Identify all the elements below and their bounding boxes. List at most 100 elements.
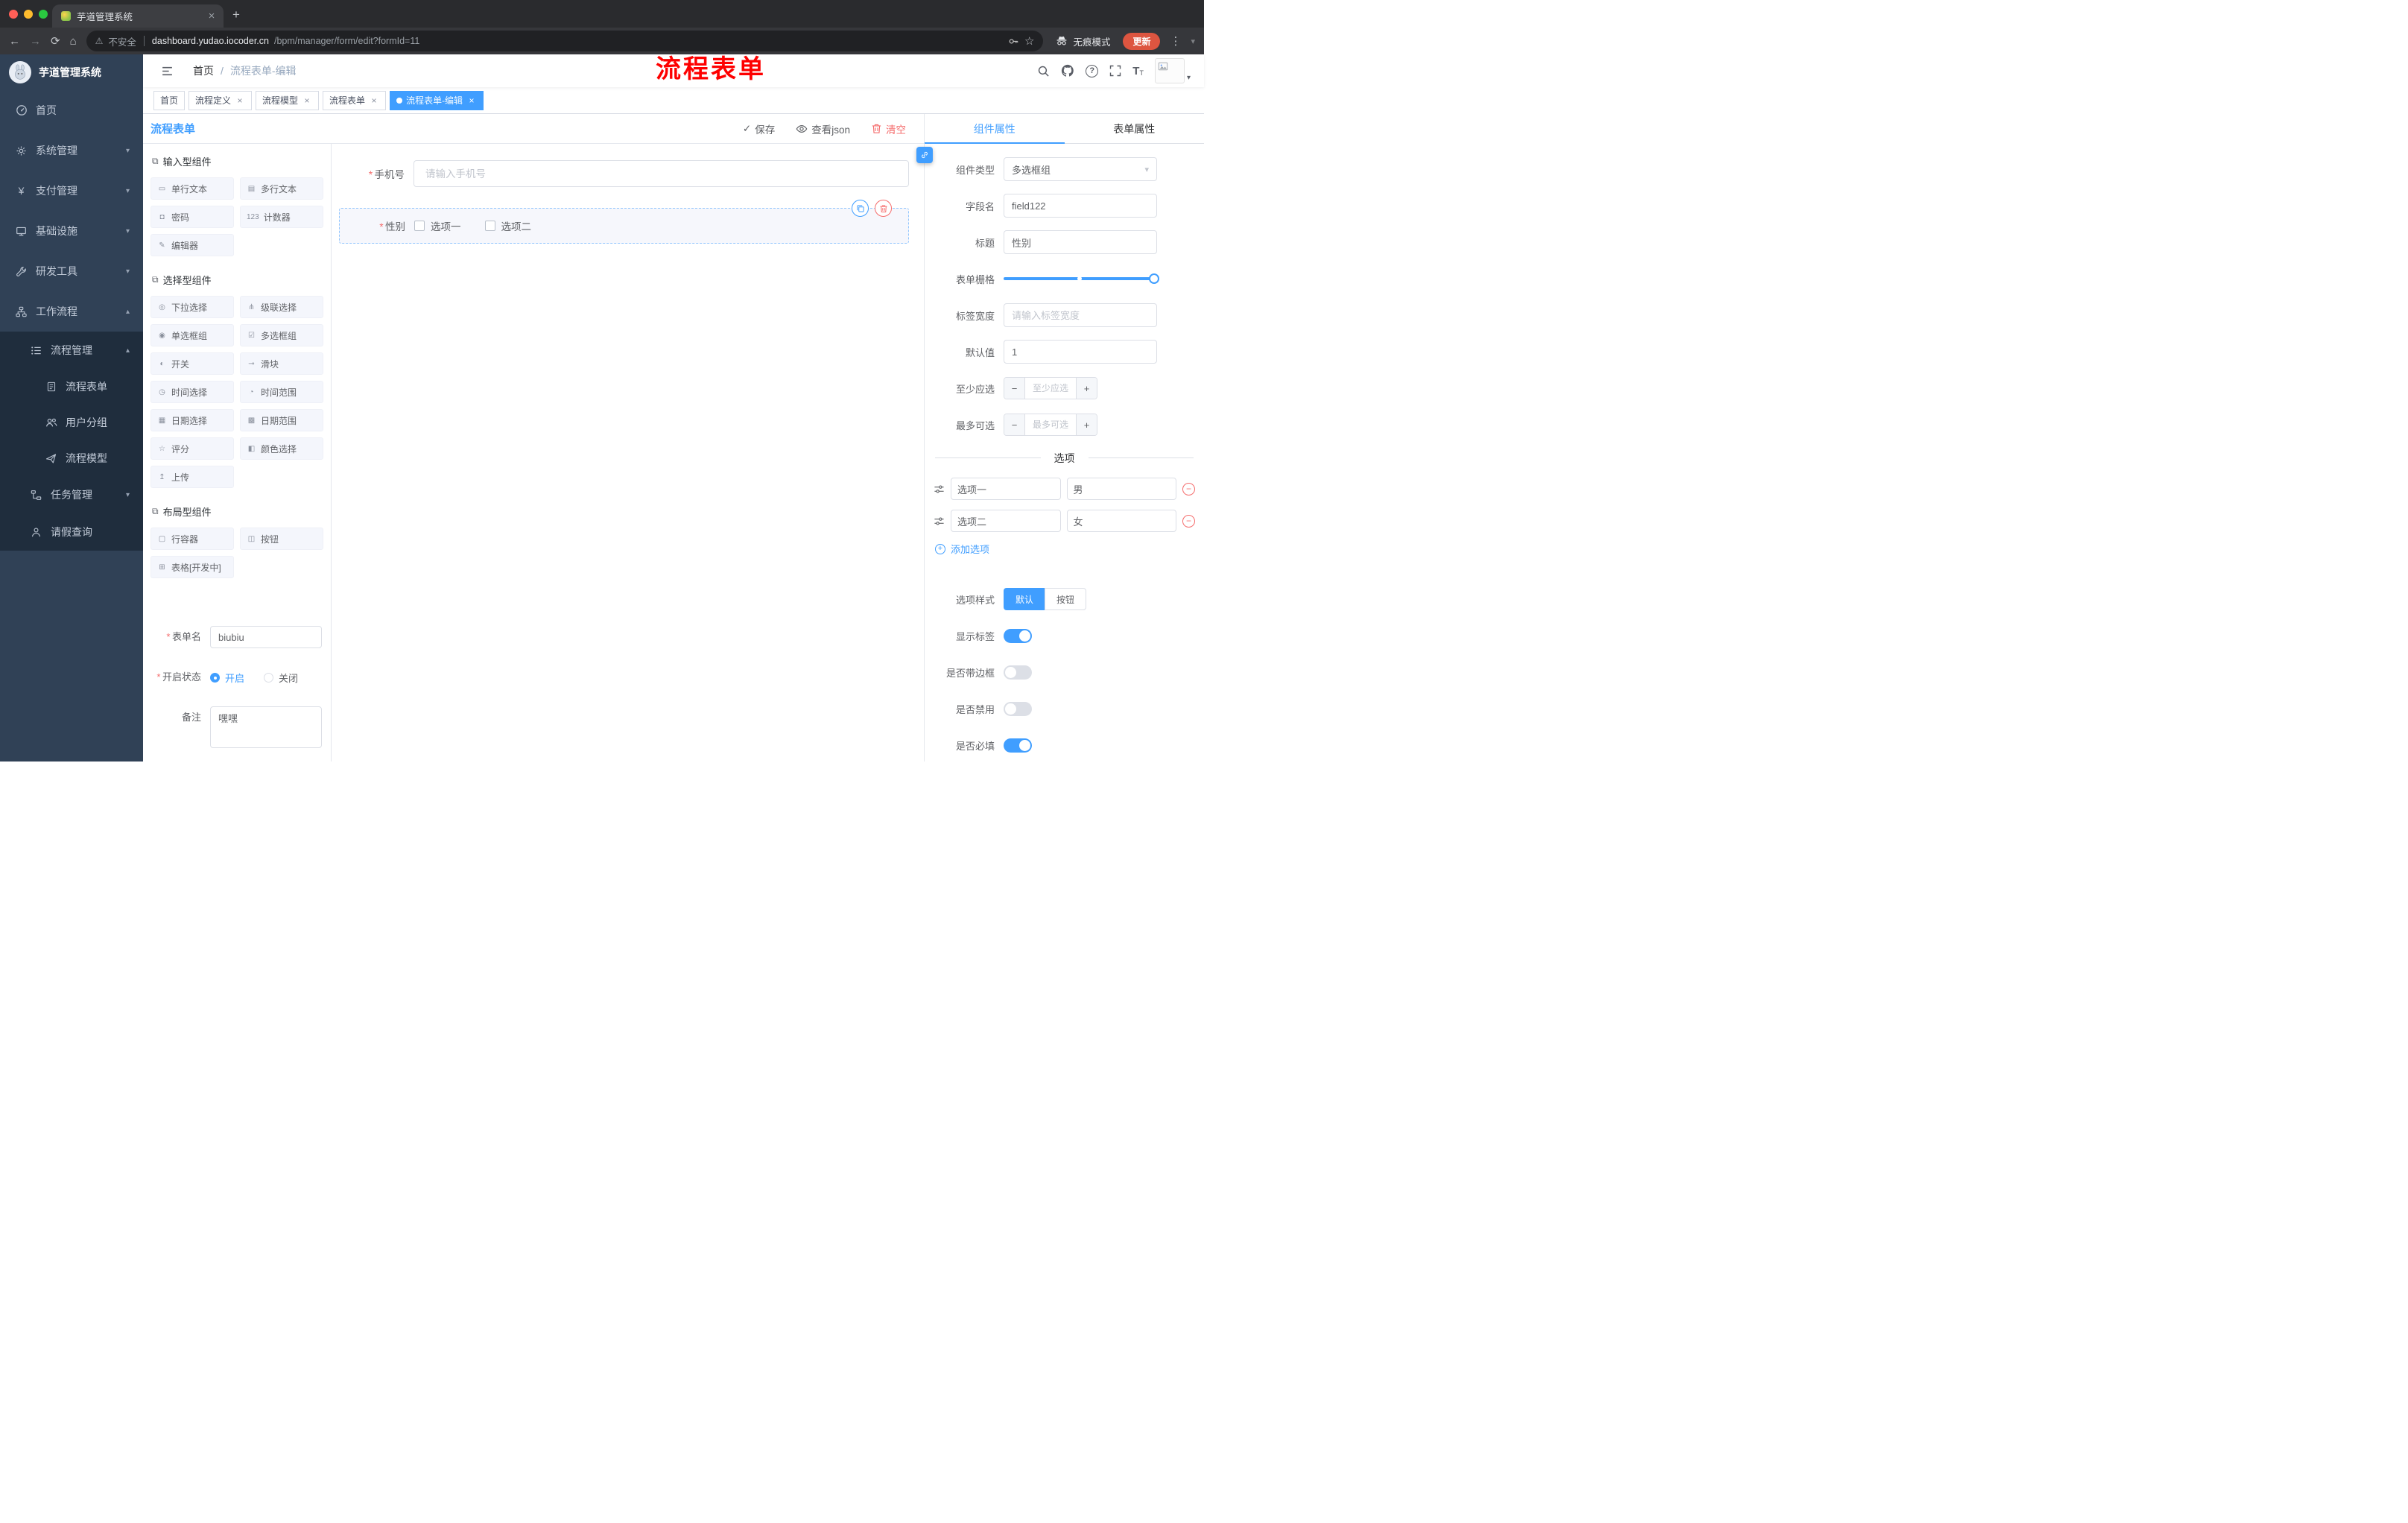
palette-item-upload[interactable]: ↥ 上传	[150, 466, 234, 488]
add-option-button[interactable]: + 添加选项	[925, 542, 1204, 556]
reload-button[interactable]: ⟳	[51, 34, 60, 48]
palette-item-date-picker[interactable]: ▦ 日期选择	[150, 409, 234, 431]
palette-item-button[interactable]: ◫ 按钮	[240, 528, 323, 550]
home-button[interactable]: ⌂	[70, 35, 77, 48]
option-1-label-input[interactable]	[951, 478, 1061, 500]
font-size-icon[interactable]: TT	[1132, 66, 1144, 77]
tag-home[interactable]: 首页	[153, 90, 186, 110]
sidebar-toggle-button[interactable]	[161, 65, 174, 77]
sidebar-item-workflow[interactable]: 工作流程 ▴	[0, 291, 143, 332]
option-1-value-input[interactable]	[1066, 478, 1176, 500]
palette-item-switch[interactable]: ◐ 开关	[150, 352, 234, 375]
update-button[interactable]: 更新	[1123, 32, 1161, 50]
palette-item-multi-line-text[interactable]: ▤ 多行文本	[240, 177, 323, 200]
save-button[interactable]: ✓ 保存	[743, 121, 775, 136]
tag-close-icon[interactable]: ×	[466, 95, 477, 106]
key-icon[interactable]	[1008, 36, 1019, 47]
address-bar[interactable]: ⚠ 不安全 dashboard.yudao.iocoder.cn/bpm/man…	[86, 31, 1044, 51]
title-input[interactable]	[1004, 230, 1157, 254]
palette-item-table[interactable]: ⊞ 表格[开发中]	[150, 556, 234, 578]
palette-item-slider[interactable]: ⊸ 滑块	[240, 352, 323, 375]
component-type-select[interactable]: 多选框组 ▾	[1004, 157, 1157, 181]
palette-item-time-range[interactable]: ◔ 时间范围	[240, 381, 323, 403]
default-value-input[interactable]	[1004, 340, 1157, 364]
drag-option-icon[interactable]	[934, 484, 945, 495]
toolbar-caret-icon[interactable]: ▾	[1191, 37, 1195, 46]
sidebar-item-user-group[interactable]: 用户分组	[0, 405, 143, 440]
user-menu[interactable]: ▾	[1154, 58, 1191, 83]
window-zoom-button[interactable]	[39, 10, 48, 19]
search-icon[interactable]	[1037, 65, 1050, 77]
link-icon[interactable]	[916, 147, 933, 163]
palette-item-cascader[interactable]: ⋔ 级联选择	[240, 296, 323, 318]
gender-option-1-checkbox[interactable]: 选项一	[414, 218, 461, 233]
forward-button[interactable]: →	[30, 35, 41, 48]
slider-handle[interactable]	[1149, 273, 1159, 284]
tag-process-model[interactable]: 流程模型 ×	[256, 90, 320, 110]
border-toggle[interactable]	[1004, 665, 1032, 680]
required-toggle[interactable]	[1004, 738, 1032, 753]
max-decrease-button[interactable]: −	[1004, 414, 1025, 435]
bookmark-star-icon[interactable]: ☆	[1024, 34, 1034, 48]
sidebar-item-home[interactable]: 首页	[0, 90, 143, 130]
disabled-toggle[interactable]	[1004, 701, 1032, 716]
tab-close-icon[interactable]: ×	[206, 10, 218, 22]
palette-item-select[interactable]: ◎ 下拉选择	[150, 296, 234, 318]
show-label-toggle[interactable]	[1004, 628, 1032, 643]
palette-item-time-picker[interactable]: ◷ 时间选择	[150, 381, 234, 403]
style-button-button[interactable]: 按钮	[1045, 588, 1087, 610]
back-button[interactable]: ←	[9, 35, 20, 48]
tag-process-form[interactable]: 流程表单 ×	[323, 90, 387, 110]
drag-option-icon[interactable]	[934, 516, 945, 527]
form-name-input[interactable]	[210, 626, 322, 648]
github-icon[interactable]	[1061, 64, 1074, 77]
delete-component-button[interactable]	[875, 200, 892, 217]
palette-item-counter[interactable]: 123 计数器	[240, 206, 323, 228]
min-select-input[interactable]	[1025, 378, 1076, 399]
form-canvas[interactable]: *手机号 *性别 选项一 选项二	[332, 144, 924, 762]
min-decrease-button[interactable]: −	[1004, 378, 1025, 399]
status-off-radio[interactable]: 关闭	[264, 671, 298, 685]
gender-field-selected[interactable]: * 性别 选项一 选项二	[339, 200, 909, 244]
option-2-value-input[interactable]	[1066, 510, 1176, 532]
palette-item-rate[interactable]: ☆ 评分	[150, 437, 234, 460]
help-icon[interactable]: ?	[1086, 64, 1099, 77]
style-default-button[interactable]: 默认	[1004, 588, 1045, 610]
copy-component-button[interactable]	[852, 200, 869, 217]
fullscreen-icon[interactable]	[1109, 65, 1121, 77]
sidebar-item-task-management[interactable]: 任务管理 ▾	[0, 476, 143, 513]
palette-item-checkbox-group[interactable]: ☑ 多选框组	[240, 324, 323, 346]
gender-option-2-checkbox[interactable]: 选项二	[484, 218, 531, 233]
tag-process-definition[interactable]: 流程定义 ×	[188, 90, 253, 110]
remove-option-2-button[interactable]: −	[1182, 514, 1195, 528]
tag-close-icon[interactable]: ×	[369, 95, 379, 106]
sidebar-item-leave-query[interactable]: 请假查询	[0, 513, 143, 551]
browser-tab[interactable]: 芋道管理系统 ×	[52, 4, 224, 28]
sidebar-item-process-management[interactable]: 流程管理 ▴	[0, 332, 143, 369]
tab-component-props[interactable]: 组件属性	[925, 114, 1065, 144]
browser-menu-icon[interactable]: ⋮	[1170, 34, 1181, 48]
palette-item-color-picker[interactable]: ◧ 颜色选择	[240, 437, 323, 460]
palette-item-password[interactable]: ◘ 密码	[150, 206, 234, 228]
new-tab-button[interactable]: +	[232, 7, 240, 22]
status-on-radio[interactable]: 开启	[210, 671, 244, 685]
phone-field[interactable]: * 手机号	[339, 160, 909, 187]
tag-close-icon[interactable]: ×	[302, 95, 312, 106]
min-increase-button[interactable]: +	[1076, 378, 1097, 399]
palette-item-editor[interactable]: ✎ 编辑器	[150, 234, 234, 256]
window-close-button[interactable]	[9, 10, 18, 19]
sidebar-item-process-form[interactable]: 流程表单	[0, 369, 143, 405]
phone-input[interactable]	[414, 160, 909, 187]
tag-process-form-edit[interactable]: 流程表单-编辑 ×	[390, 90, 484, 110]
label-width-input[interactable]	[1004, 303, 1157, 327]
max-increase-button[interactable]: +	[1076, 414, 1097, 435]
breadcrumb-home[interactable]: 首页	[193, 63, 214, 78]
grid-slider[interactable]	[1004, 267, 1159, 291]
palette-item-single-line-text[interactable]: ▭ 单行文本	[150, 177, 234, 200]
sidebar-item-system[interactable]: 系统管理 ▾	[0, 130, 143, 171]
tab-form-props[interactable]: 表单属性	[1065, 114, 1205, 143]
field-name-input[interactable]	[1004, 194, 1157, 218]
tag-close-icon[interactable]: ×	[235, 95, 245, 106]
sidebar-item-process-model[interactable]: 流程模型	[0, 440, 143, 476]
sidebar-item-devtools[interactable]: 研发工具 ▾	[0, 251, 143, 291]
